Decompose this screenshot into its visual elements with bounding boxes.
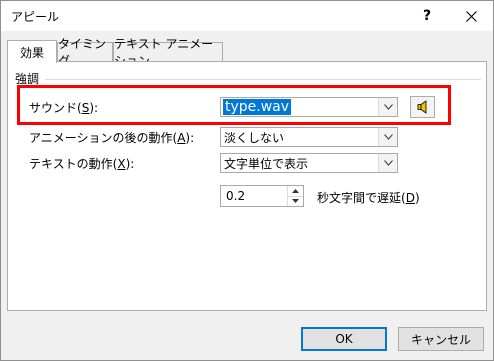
- delay-decrement-button[interactable]: [288, 196, 303, 206]
- after-animation-value: 淡くしない: [224, 131, 285, 145]
- text-animation-label: テキストの動作(X):: [29, 157, 135, 171]
- group-divider: [45, 79, 481, 80]
- highlight-box: [17, 85, 451, 125]
- cancel-button-label: キャンセル: [410, 332, 471, 347]
- ok-button[interactable]: OK: [301, 327, 387, 351]
- title-bar: アピール ?: [1, 1, 493, 31]
- cancel-button[interactable]: キャンセル: [398, 327, 484, 351]
- after-animation-label: アニメーションの後の動作(A):: [29, 131, 195, 145]
- close-button[interactable]: [449, 1, 493, 31]
- tab-effect[interactable]: 効果: [7, 40, 57, 63]
- arrow-up-icon: [292, 189, 299, 193]
- delay-spinner[interactable]: 0.2: [220, 185, 304, 207]
- help-button[interactable]: ?: [405, 1, 449, 31]
- text-animation-dropdown-button[interactable]: [378, 154, 397, 172]
- text-animation-combobox[interactable]: 文字単位で表示: [220, 153, 398, 173]
- arrow-down-icon: [292, 199, 299, 203]
- text-animation-value: 文字単位で表示: [224, 157, 309, 171]
- tab-effect-label: 効果: [19, 45, 44, 60]
- tab-text-animation[interactable]: テキスト アニメーション: [113, 37, 223, 68]
- delay-spinner-arrows: [287, 186, 303, 206]
- after-animation-combobox[interactable]: 淡くしない: [220, 127, 398, 147]
- delay-value: 0.2: [226, 189, 246, 203]
- chevron-down-icon: [383, 134, 393, 140]
- delay-label: 秒文字間で遅延(D): [317, 191, 420, 205]
- close-icon: [465, 10, 477, 22]
- after-animation-dropdown-button[interactable]: [378, 128, 397, 146]
- window-title: アピール: [11, 10, 60, 24]
- ok-button-label: OK: [335, 332, 353, 346]
- help-icon: ?: [422, 8, 432, 24]
- chevron-down-icon: [383, 160, 393, 166]
- tab-timing[interactable]: タイミング: [57, 37, 113, 68]
- appeal-dialog: アピール ? 効果 タイミング テキスト アニメーション 強調 サウンド(S):…: [0, 0, 494, 361]
